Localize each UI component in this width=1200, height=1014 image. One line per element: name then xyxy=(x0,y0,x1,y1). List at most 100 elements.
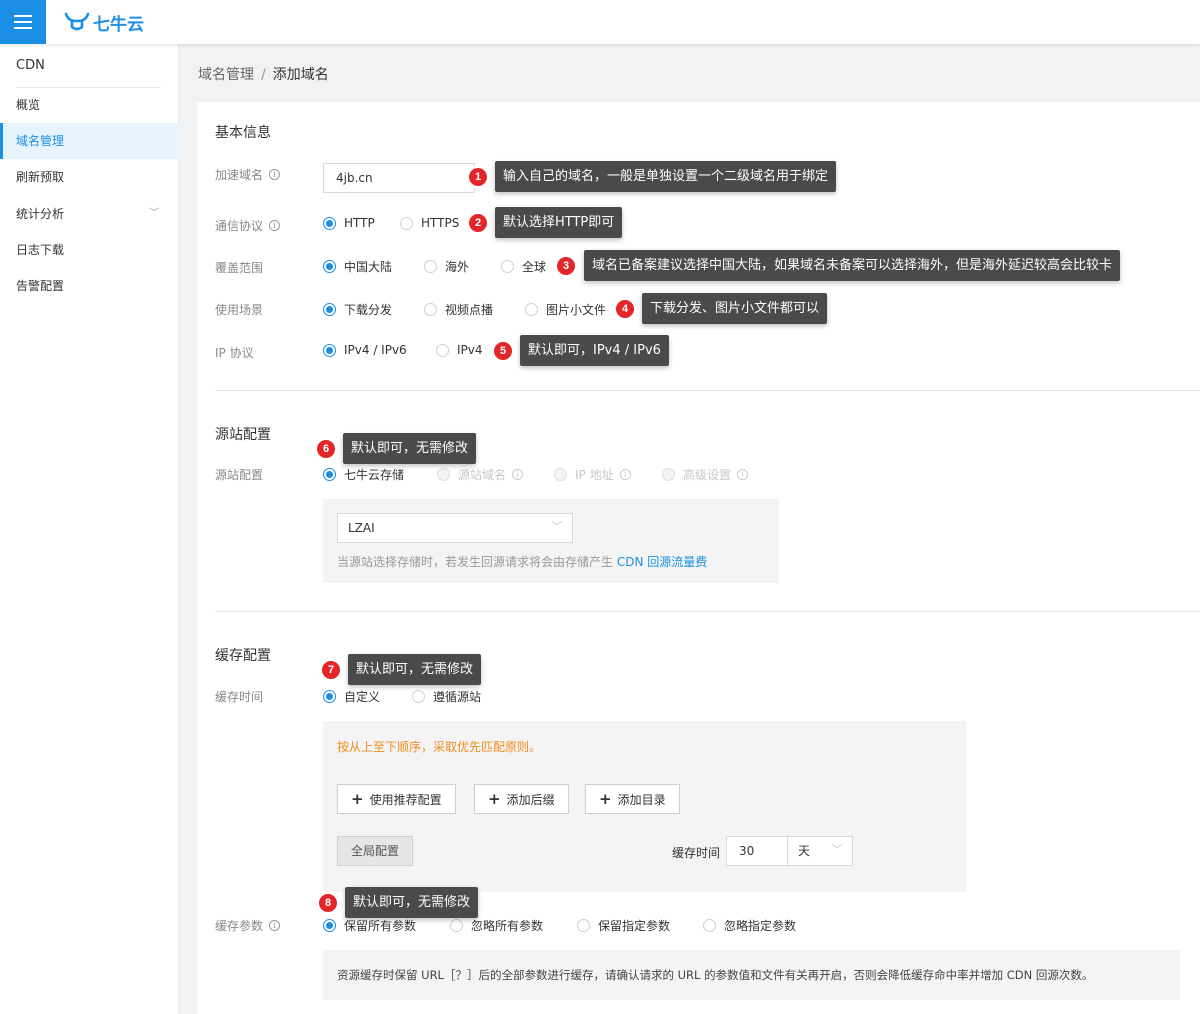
chevron-down-icon: ﹀ xyxy=(552,522,562,533)
bucket-select[interactable]: LZAI ﹀ xyxy=(337,513,573,543)
add-directory-button[interactable]: + 添加目录 xyxy=(585,784,680,814)
info-icon: i xyxy=(737,469,749,480)
radio-dot xyxy=(323,919,336,932)
origin-bucket-box: LZAI ﹀ 当源站选择存储时，若发生回源请求将会由存储产生 CDN 回源流量费 xyxy=(323,499,779,583)
info-icon: i xyxy=(619,469,631,480)
sidebar-item-label: 统计分析 xyxy=(16,207,65,221)
radio-dot xyxy=(424,303,437,316)
breadcrumb-parent-link[interactable]: 域名管理 xyxy=(198,67,254,83)
protocol-label: 通信协议 i xyxy=(215,217,281,234)
plus-icon: + xyxy=(351,790,364,808)
cache-rule-hint: 按从上至下顺序，采取优先匹配原则。 xyxy=(337,740,542,754)
radio-keep-all-params[interactable]: 保留所有参数 xyxy=(323,917,416,934)
cache-unit-select[interactable]: 天 ﹀ xyxy=(787,836,853,866)
cache-params-hint-box: 资源缓存时保留 URL［？］后的全部参数进行缓存，请确认请求的 URL 的参数值… xyxy=(323,950,1180,1000)
use-recommended-config-button[interactable]: + 使用推荐配置 xyxy=(337,784,456,814)
sidebar-item-domain-management[interactable]: 域名管理 xyxy=(0,123,179,159)
radio-overseas[interactable]: 海外 xyxy=(424,258,469,275)
radio-ignore-specified-params[interactable]: 忽略指定参数 xyxy=(703,917,796,934)
origin-fee-hint: 当源站选择存储时，若发生回源请求将会由存储产生 CDN 回源流量费 xyxy=(337,555,708,569)
plus-icon: + xyxy=(488,790,501,808)
annotation-tooltip-3: 域名已备案建议选择中国大陆，如果域名未备案可以选择海外，但是海外延迟较高会比较卡 xyxy=(584,250,1121,281)
radio-keep-specified-params[interactable]: 保留指定参数 xyxy=(577,917,670,934)
global-config-button[interactable]: 全局配置 xyxy=(337,836,414,866)
domain-label: 加速域名 i xyxy=(215,166,281,183)
origin-config-title: 源站配置 xyxy=(215,427,271,443)
breadcrumb: 域名管理 / 添加域名 xyxy=(198,64,329,84)
radio-custom[interactable]: 自定义 xyxy=(323,688,380,705)
radio-qiniu-storage[interactable]: 七牛云存储 xyxy=(323,466,404,483)
info-icon[interactable]: i xyxy=(269,920,281,931)
radio-ipv4[interactable]: IPv4 xyxy=(436,343,483,357)
radio-http[interactable]: HTTP xyxy=(323,216,375,230)
logo-text: 七牛云 xyxy=(93,14,144,35)
sidebar-item-refresh-prefetch[interactable]: 刷新预取 xyxy=(0,159,179,195)
menu-icon-line xyxy=(14,15,32,17)
hamburger-menu-button[interactable] xyxy=(0,0,46,44)
section-divider xyxy=(215,611,1200,612)
radio-dot xyxy=(450,919,463,932)
info-icon: i xyxy=(512,469,524,480)
radio-dot xyxy=(424,260,437,273)
info-icon[interactable]: i xyxy=(269,220,281,231)
annotation-badge-8: 8 xyxy=(319,894,337,912)
radio-dot xyxy=(323,690,336,703)
radio-dot xyxy=(501,260,514,273)
sidebar-item-label: 日志下载 xyxy=(16,243,65,257)
sidebar-item-alert-config[interactable]: 告警配置 xyxy=(0,268,179,304)
radio-video-on-demand[interactable]: 视频点播 xyxy=(424,301,493,318)
cache-params-label: 缓存参数 i xyxy=(215,917,281,934)
breadcrumb-current: 添加域名 xyxy=(272,67,329,83)
radio-dot xyxy=(525,303,538,316)
basic-info-title: 基本信息 xyxy=(215,125,271,141)
radio-download-distribution[interactable]: 下载分发 xyxy=(323,301,392,318)
radio-dot xyxy=(323,216,336,230)
radio-ipv4-ipv6[interactable]: IPv4 / IPv6 xyxy=(323,343,407,357)
annotation-badge-6: 6 xyxy=(317,440,335,458)
radio-dot xyxy=(662,468,675,481)
annotation-badge-7: 7 xyxy=(322,661,340,679)
annotation-tooltip-6: 默认即可，无需修改 xyxy=(343,433,477,464)
radio-ip-address: IP 地址 i xyxy=(554,466,631,483)
domain-input[interactable]: 4jb.cn xyxy=(323,163,475,193)
add-suffix-button[interactable]: + 添加后缀 xyxy=(474,784,569,814)
radio-https[interactable]: HTTPS xyxy=(400,216,459,230)
origin-traffic-fee-link[interactable]: CDN 回源流量费 xyxy=(617,555,707,569)
sidebar-item-overview[interactable]: 概览 xyxy=(0,87,179,123)
radio-mainland-china[interactable]: 中国大陆 xyxy=(323,258,392,275)
coverage-label: 覆盖范围 xyxy=(215,261,264,275)
radio-dot xyxy=(437,468,450,481)
radio-dot xyxy=(323,260,336,273)
radio-dot xyxy=(323,303,336,316)
sidebar-item-label: 域名管理 xyxy=(16,134,65,148)
chevron-down-icon: ﹀ xyxy=(832,845,842,856)
origin-config-label: 源站配置 xyxy=(215,468,264,482)
annotation-tooltip-8: 默认即可，无需修改 xyxy=(345,887,479,918)
radio-dot xyxy=(400,216,413,230)
cache-rules-box: 按从上至下顺序，采取优先匹配原则。 + 使用推荐配置 + 添加后缀 + 添加目录 全局… xyxy=(323,721,966,892)
radio-dot xyxy=(554,468,567,481)
menu-icon-line xyxy=(14,27,32,29)
info-icon[interactable]: i xyxy=(269,169,281,180)
cache-params-hint: 资源缓存时保留 URL［？］后的全部参数进行缓存，请确认请求的 URL 的参数值… xyxy=(337,968,1094,982)
radio-dot xyxy=(703,919,716,932)
radio-dot xyxy=(412,690,425,703)
sidebar-title: CDN xyxy=(16,58,45,73)
sidebar-item-statistics[interactable]: 统计分析 ﹀ xyxy=(0,196,179,232)
cache-duration-label: 缓存时间 xyxy=(672,846,721,860)
radio-ignore-all-params[interactable]: 忽略所有参数 xyxy=(450,917,543,934)
radio-dot xyxy=(323,343,336,357)
add-domain-form-panel: 基本信息 加速域名 i 4jb.cn 通信协议 i HTTP HTTPS 覆盖范围 … xyxy=(197,102,1200,1014)
sidebar-item-label: 告警配置 xyxy=(16,279,65,293)
radio-global[interactable]: 全球 xyxy=(501,258,546,275)
radio-follow-origin[interactable]: 遵循源站 xyxy=(412,688,481,705)
annotation-badge-2: 2 xyxy=(469,214,487,232)
cache-duration-input[interactable]: 30 xyxy=(726,836,788,866)
bull-logo-icon xyxy=(64,12,90,31)
radio-origin-domain: 源站域名 i xyxy=(437,466,524,483)
radio-small-image-files[interactable]: 图片小文件 xyxy=(525,301,606,318)
qiniu-logo[interactable]: 七牛云 xyxy=(64,10,144,35)
sidebar-item-log-download[interactable]: 日志下载 xyxy=(0,232,179,268)
annotation-tooltip-5: 默认即可，IPv4 / IPv6 xyxy=(520,335,669,366)
menu-icon-line xyxy=(14,21,32,23)
